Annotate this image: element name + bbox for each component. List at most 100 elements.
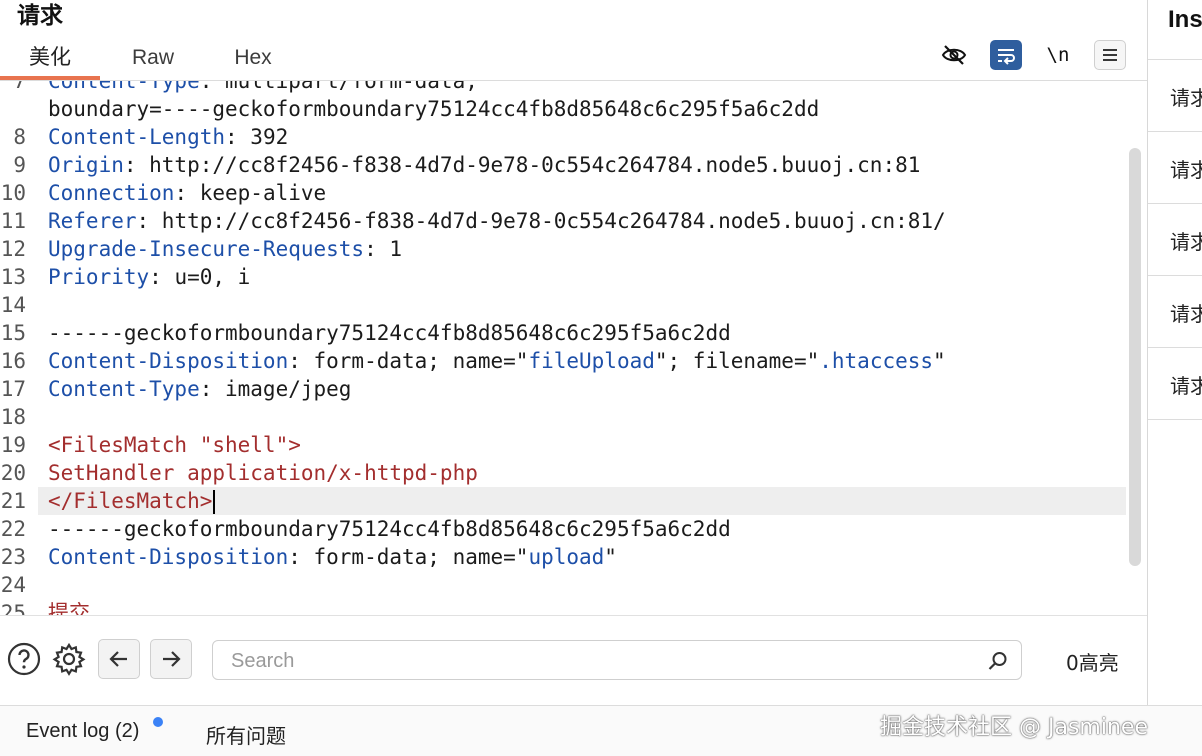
code-line[interactable]: 15 ------geckoformboundary75124cc4fb8d856… [0,319,1130,347]
line-number: 9 [13,153,26,177]
code-line[interactable]: 12 Upgrade-Insecure-Requests: 1 [0,235,1130,263]
line-number: 11 [0,209,26,233]
search-icon[interactable] [987,650,1009,672]
code-line[interactable]: 16 Content-Disposition: form-data; name="… [0,347,1130,375]
code-token: 提交 [48,601,90,615]
code-line[interactable]: 20 SetHandler application/x-httpd-php [0,459,1130,487]
code-token: upload [528,545,605,569]
help-button[interactable] [7,642,41,676]
inspector-section[interactable]: 请求 [1148,347,1202,419]
wrap-icon [998,49,1015,65]
code-line[interactable]: 17 Content-Type: image/jpeg [0,375,1130,403]
inspector-section[interactable]: 请求 [1148,131,1202,203]
arrow-right-icon [163,651,181,667]
tab-hex[interactable]: Hex [220,40,286,80]
code-line[interactable]: 21 </FilesMatch> [1,487,1126,515]
code-token: " [604,545,617,569]
code-token: Upgrade-Insecure-Requests [48,237,365,261]
help-icon [7,642,41,676]
inspector-divider [1148,419,1202,420]
status-bar: Event log (2) 所有问题 掘金技术社区 @ Jasminee [0,705,1202,756]
tab-pretty[interactable]: 美化 [0,40,100,80]
text-cursor [213,490,216,514]
options-menu-button[interactable] [1094,40,1126,70]
inspector-section[interactable]: 请求 [1148,203,1202,275]
all-issues-link[interactable]: 所有问题 [206,720,286,749]
inspector-section-label: 请求 [1170,374,1202,398]
code-line[interactable]: 13 Priority: u=0, i [0,263,1130,291]
tab-raw[interactable]: Raw [117,40,189,80]
line-number: 8 [13,125,26,149]
line-text: ------geckoformboundary75124cc4fb8d85648… [48,515,731,543]
code-line[interactable]: 23 Content-Disposition: form-data; name="… [0,543,1130,571]
next-match-button[interactable] [150,639,192,679]
code-token: Referer [48,209,137,233]
line-number: 10 [0,181,26,205]
inspector-section-label: 请求 [1170,230,1202,254]
code-token: : 392 [225,125,289,149]
line-number: 16 [0,349,26,373]
line-text: Content-Length: 392 [48,123,288,151]
code-token: " [933,349,946,373]
code-line[interactable]: 7 Content-Type: multipart/form-data; [0,81,1130,95]
line-number: 12 [0,237,26,261]
line-text: Content-Type: multipart/form-data; [48,81,478,95]
inspector-section-label: 请求 [1170,86,1202,110]
code-line[interactable]: 8 Content-Length: 392 [0,123,1130,151]
menu-icon [1103,49,1117,61]
code-token: "; filename=" [654,349,820,373]
arrow-left-icon [109,651,127,667]
settings-button[interactable] [52,642,86,676]
code-line[interactable]: 10 Connection: keep-alive [0,179,1130,207]
line-text: </FilesMatch> [48,487,216,515]
code-token: : http://cc8f2456-f838-4d7d-9e78-0c554c2… [123,153,921,177]
view-tabs: 美化 Raw Hex [0,40,1147,80]
search-input[interactable] [231,649,971,673]
editor-scrollbar[interactable] [1129,148,1141,566]
line-number: 15 [0,321,26,345]
code-line[interactable]: 24 [0,571,1130,599]
inspector-section[interactable]: 请求 [1148,275,1202,347]
code-token: Content-Disposition [48,545,289,569]
code-token: boundary=----geckoformboundary75124cc4fb… [48,97,820,121]
line-text: boundary=----geckoformboundary75124cc4fb… [48,95,819,123]
line-text: Content-Disposition: form-data; name="up… [48,543,617,571]
line-text: Priority: u=0, i [48,263,250,291]
code-token: Content-Type [48,377,200,401]
show-newlines-button[interactable]: \n [1042,40,1074,70]
code-token: SetHandler application/x-httpd-php [48,461,478,485]
line-text: Content-Disposition: form-data; name="fi… [48,347,946,375]
code-line[interactable]: 18 [0,403,1130,431]
code-token: ------geckoformboundary75124cc4fb8d85648… [48,517,731,541]
hide-nonprinting-button[interactable] [938,40,970,70]
message-editor[interactable]: 7 Content-Type: multipart/form-data; bound… [0,81,1147,615]
code-token: Content-Type [48,81,200,93]
word-wrap-button[interactable] [990,40,1022,70]
code-line[interactable]: 14 [0,291,1130,319]
code-line[interactable]: boundary=----geckoformboundary75124cc4fb… [0,95,1130,123]
event-log-badge [153,717,163,727]
code-token: Origin [48,153,124,177]
code-line[interactable]: 9 Origin: http://cc8f2456-f838-4d7d-9e78-… [0,151,1130,179]
line-number: 13 [0,265,26,289]
code-token: ------geckoformboundary75124cc4fb8d85648… [48,321,731,345]
code-token: : multipart/form-data; [199,81,478,93]
line-text: 提交 [48,599,90,615]
code-token: Content-Disposition [48,349,289,373]
inspector-section-label: 请求 [1170,158,1202,182]
event-log-link[interactable]: Event log (2) [26,720,139,743]
request-panel: 请求 美化 Raw Hex \n 7 Content-Type: multipar… [0,0,1147,705]
code-line[interactable]: 22 ------geckoformboundary75124cc4fb8d856… [0,515,1130,543]
line-text: SetHandler application/x-httpd-php [48,459,478,487]
code-line[interactable]: 25 提交 [0,599,1130,615]
line-number: 21 [0,489,26,513]
inspector-panel: Ins 请求 请求 请求 请求 请求 [1147,0,1202,705]
inspector-section[interactable]: 请求 [1148,59,1202,131]
previous-match-button[interactable] [98,639,140,679]
code-token: : u=0, i [149,265,251,289]
line-text: Referer: http://cc8f2456-f838-4d7d-9e78-… [48,207,946,235]
eye-off-icon [941,45,967,65]
code-line[interactable]: 19 <FilesMatch "shell"> [0,431,1130,459]
code-token: .htaccess [819,349,934,373]
code-line[interactable]: 11 Referer: http://cc8f2456-f838-4d7d-9e7… [0,207,1130,235]
